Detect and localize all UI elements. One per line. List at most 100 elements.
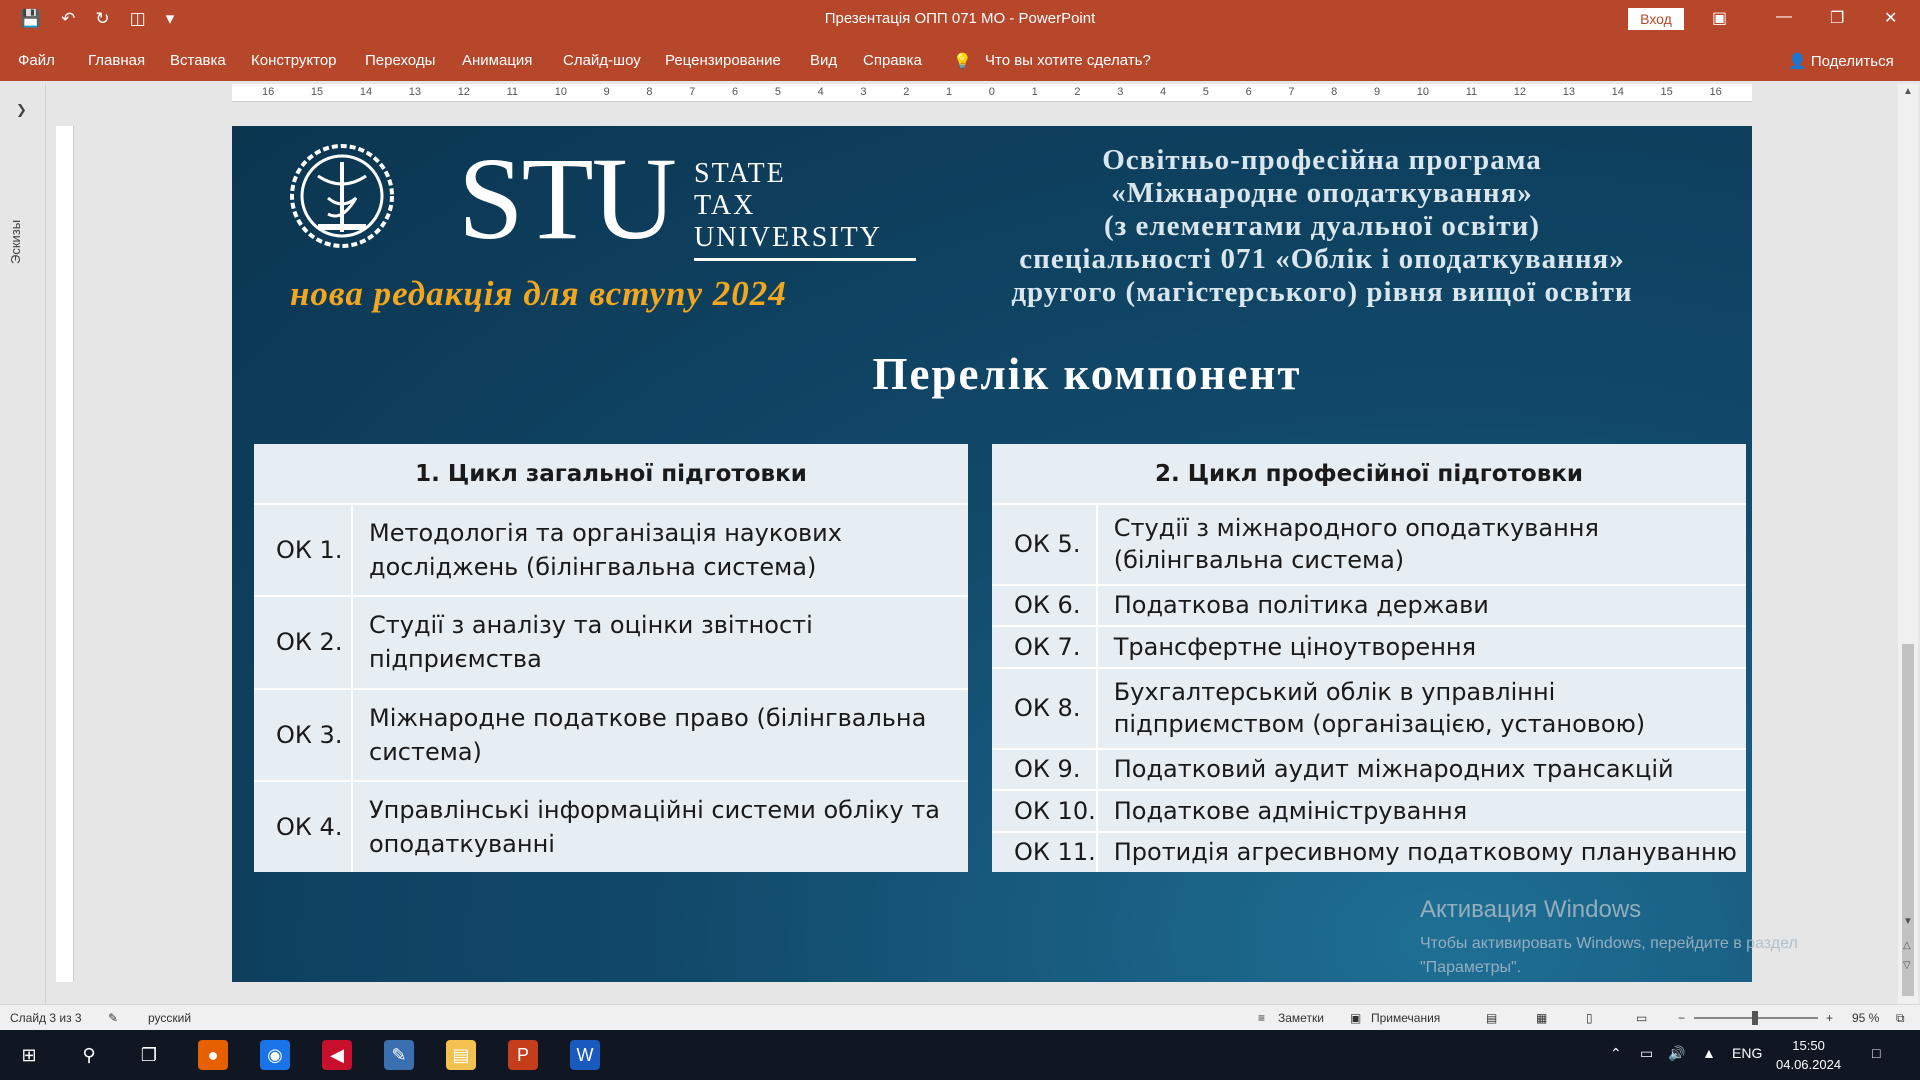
- ribbon-display-icon[interactable]: ▣: [1712, 8, 1727, 28]
- restore-icon[interactable]: ❐: [1830, 8, 1844, 28]
- component-code: ОК 3.: [254, 687, 353, 781]
- ruler-mark: 5: [1202, 86, 1209, 98]
- ruler-mark: 15: [310, 86, 324, 98]
- component-name: Податкове адміністрування: [1096, 789, 1746, 832]
- comments-icon[interactable]: ▣: [1350, 1011, 1361, 1025]
- slide-canvas[interactable]: STU STATE TAX UNIVERSITY нова редакція д…: [232, 126, 1752, 982]
- tell-me-search[interactable]: Что вы хотите сделать?: [985, 52, 1151, 69]
- normal-view-icon[interactable]: ▤: [1486, 1011, 1497, 1025]
- ruler-mark: 13: [408, 86, 422, 98]
- zoom-slider-thumb[interactable]: [1752, 1011, 1758, 1025]
- volume-icon[interactable]: 🔊: [1668, 1045, 1685, 1062]
- previous-slide-icon[interactable]: △: [1903, 940, 1911, 951]
- tab-help[interactable]: Справка: [863, 52, 922, 69]
- ruler-mark: 9: [603, 86, 610, 98]
- powerpoint-icon[interactable]: P: [508, 1040, 538, 1070]
- spelling-icon[interactable]: ✎: [108, 1011, 118, 1025]
- program-line: другого (магістерського) рівня вищої осв…: [1011, 276, 1633, 308]
- tab-animations[interactable]: Анимация: [462, 52, 532, 69]
- reading-view-icon[interactable]: ▯: [1586, 1011, 1593, 1025]
- component-code: ОК 4.: [254, 779, 353, 872]
- professional-cycle-table[interactable]: 2. Цикл професійної підготовки ОК 5. Студ…: [992, 444, 1746, 872]
- tray-chevron-icon[interactable]: ⌃: [1610, 1045, 1622, 1062]
- tab-view[interactable]: Вид: [810, 52, 837, 69]
- tab-design[interactable]: Конструктор: [251, 52, 337, 69]
- general-cycle-table[interactable]: 1. Цикл загальної підготовки ОК 1. Методо…: [254, 444, 968, 872]
- tab-transitions[interactable]: Переходы: [365, 52, 435, 69]
- emblem-icon: [290, 144, 394, 248]
- word-icon[interactable]: W: [570, 1040, 600, 1070]
- tab-insert[interactable]: Вставка: [170, 52, 226, 69]
- logo-word-state: STATE: [694, 158, 786, 189]
- tab-review[interactable]: Рецензирование: [665, 52, 781, 69]
- clock[interactable]: 15:50 04.06.2024: [1776, 1036, 1841, 1074]
- scroll-down-icon[interactable]: ▼: [1903, 916, 1913, 927]
- close-icon[interactable]: ✕: [1884, 8, 1897, 28]
- chrome-icon[interactable]: ◉: [260, 1040, 290, 1070]
- language-indicator[interactable]: русский: [148, 1011, 191, 1025]
- battery-icon[interactable]: ▭: [1640, 1045, 1653, 1062]
- component-name: Міжнародне податкове право (білінгвальна…: [352, 687, 968, 781]
- slide-counter: Слайд 3 из 3: [10, 1011, 82, 1025]
- notes-icon[interactable]: ≡: [1258, 1011, 1265, 1025]
- zoom-in-icon[interactable]: +: [1826, 1011, 1833, 1025]
- ruler-mark: 4: [1159, 86, 1167, 98]
- table-row: ОК 2. Студії з аналізу та оцінки звітност…: [254, 595, 968, 689]
- notes-button[interactable]: Заметки: [1278, 1011, 1324, 1025]
- ruler-mark: 6: [732, 86, 739, 98]
- search-icon[interactable]: ⚲: [74, 1040, 104, 1070]
- comments-button[interactable]: Примечания: [1371, 1011, 1440, 1025]
- status-bar: Слайд 3 из 3 ✎ русский ≡ Заметки ▣ Приме…: [0, 1004, 1920, 1030]
- antivirus-icon[interactable]: ◀: [322, 1040, 352, 1070]
- program-line: спеціальності 071 «Облік і оподаткування…: [1019, 243, 1625, 275]
- ruler-mark: 1: [946, 86, 953, 98]
- component-code: ОК 8.: [992, 666, 1098, 749]
- zoom-level[interactable]: 95 %: [1852, 1011, 1879, 1025]
- table-row: ОК 6. Податкова політика держави: [992, 583, 1746, 627]
- tab-home[interactable]: Главная: [88, 52, 145, 69]
- task-view-icon[interactable]: ❐: [134, 1040, 164, 1070]
- component-name: Студії з міжнародного оподаткування (біл…: [1096, 503, 1746, 585]
- ruler-mark: 10: [554, 86, 567, 98]
- network-icon[interactable]: ▲: [1702, 1045, 1716, 1061]
- language-tray[interactable]: ENG: [1732, 1045, 1762, 1061]
- notifications-icon[interactable]: □: [1872, 1045, 1880, 1061]
- next-slide-icon[interactable]: ▽: [1903, 960, 1911, 971]
- table-row: ОК 3. Міжнародне податкове право (білінгв…: [254, 687, 968, 781]
- tab-slideshow[interactable]: Слайд-шоу: [563, 52, 641, 69]
- expand-thumbnails-icon[interactable]: ❯: [16, 102, 27, 118]
- ruler-mark: 12: [1513, 86, 1527, 98]
- signin-button[interactable]: Вход: [1628, 8, 1684, 30]
- slide-heading: Перелік компонент: [872, 349, 1302, 399]
- ruler-mark: 11: [506, 86, 519, 98]
- fit-to-window-icon[interactable]: ⧉: [1896, 1011, 1905, 1026]
- share-button[interactable]: 👤 Поделиться: [1788, 52, 1894, 70]
- table-header: 1. Цикл загальної підготовки: [254, 444, 968, 505]
- ribbon-tabs: Файл Главная Вставка Конструктор Переход…: [0, 39, 1920, 81]
- ruler-mark: 11: [1465, 86, 1478, 98]
- vertical-scrollbar[interactable]: ▲ ▼ △ ▽: [1898, 84, 1918, 1004]
- logo-letters: STU: [458, 133, 677, 264]
- edition-subtitle: нова редакція для вступу 2024: [290, 274, 787, 313]
- clock-date: 04.06.2024: [1776, 1057, 1842, 1072]
- tab-file[interactable]: Файл: [18, 52, 55, 69]
- activation-watermark: Активация Windows Чтобы активировать Win…: [1420, 896, 1900, 980]
- component-code: ОК 2.: [254, 595, 353, 689]
- zoom-out-icon[interactable]: −: [1678, 1011, 1685, 1025]
- ruler-marks: 16 15 14 13 12 11 10 9 8 7 6 5 4 3 2 1 0 1 2 3 4 5 6 7 8 9 10 11 12 1…: [232, 86, 1752, 98]
- slide-sorter-icon[interactable]: ▦: [1536, 1011, 1547, 1025]
- component-name: Методологія та організація наукових досл…: [352, 502, 968, 597]
- minimize-icon[interactable]: —: [1776, 8, 1792, 26]
- firefox-icon[interactable]: ●: [198, 1040, 228, 1070]
- logo-words: STATE TAX UNIVERSITY: [694, 158, 882, 254]
- file-explorer-icon[interactable]: ▤: [446, 1040, 476, 1070]
- thumbnails-label[interactable]: Эскизы: [8, 220, 23, 264]
- slideshow-view-icon[interactable]: ▭: [1636, 1011, 1647, 1025]
- ruler-mark: 0: [988, 86, 995, 98]
- scroll-up-icon[interactable]: ▲: [1903, 86, 1913, 97]
- paint-icon[interactable]: ✎: [384, 1040, 414, 1070]
- table-row: ОК 9. Податковий аудит міжнародних транса…: [992, 747, 1746, 791]
- share-label: Поделиться: [1810, 53, 1894, 70]
- ruler-mark: 15: [1660, 86, 1673, 98]
- windows-start-icon[interactable]: ⊞: [14, 1040, 44, 1070]
